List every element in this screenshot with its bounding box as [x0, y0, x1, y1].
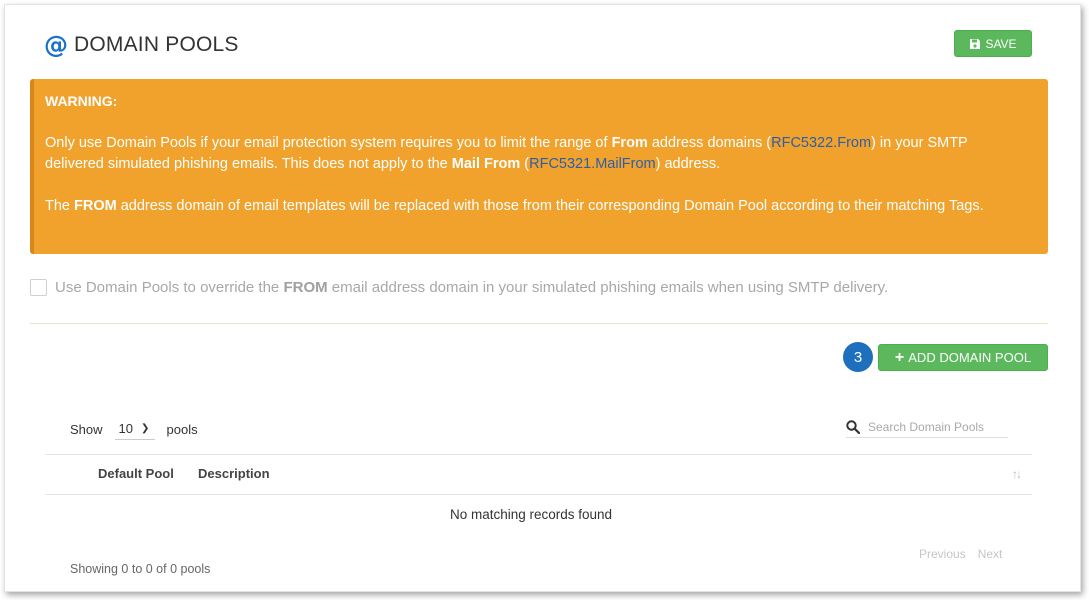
floppy-disk-icon [970, 38, 981, 49]
column-header-description[interactable]: Description [198, 466, 270, 481]
warning-text: ( [520, 156, 530, 172]
divider [30, 323, 1048, 324]
page-length-value: 10 [118, 421, 133, 436]
override-option: Use Domain Pools to override the FROM em… [30, 279, 888, 296]
search-icon [846, 419, 860, 434]
previous-page-button[interactable]: Previous [919, 547, 966, 561]
next-page-button[interactable]: Next [978, 547, 1003, 561]
show-label: Show [70, 421, 103, 437]
override-label-text: Use Domain Pools to override the [55, 279, 284, 296]
override-label-text: email address domain in your simulated p… [327, 279, 889, 296]
rfc5321-link[interactable]: RFC5321.MailFrom [529, 156, 656, 172]
rfc5322-link[interactable]: RFC5322.From [771, 135, 871, 151]
sort-icon[interactable]: ↑↓ [1012, 467, 1022, 481]
warning-text: address domain of email templates will b… [116, 198, 984, 214]
warning-text: address domains ( [647, 135, 772, 151]
chevron-down-icon: ❯ [141, 423, 150, 434]
override-checkbox[interactable] [30, 279, 47, 296]
warning-paragraph-2: The FROM address domain of email templat… [45, 196, 1008, 217]
warning-panel: WARNING: Only use Domain Pools if your e… [30, 79, 1048, 254]
warning-from-bold: FROM [74, 198, 117, 214]
empty-table-message: No matching records found [449, 507, 613, 522]
plus-icon: + [894, 348, 905, 366]
add-domain-pool-button[interactable]: + ADD DOMAIN POOL [878, 344, 1048, 371]
override-label: Use Domain Pools to override the FROM em… [55, 279, 888, 296]
search-box [846, 416, 1008, 438]
table-info: Showing 0 to 0 of 0 pools [70, 562, 211, 576]
warning-mailfrom-bold: Mail From [451, 156, 521, 172]
override-label-bold: FROM [283, 279, 328, 296]
warning-title: WARNING: [45, 93, 118, 109]
page-title: DOMAIN POOLS [74, 33, 239, 56]
table-top-border [45, 454, 1032, 455]
warning-from-bold: From [611, 135, 648, 151]
save-button[interactable]: SAVE [954, 30, 1032, 57]
warning-text: Only use Domain Pools if your email prot… [45, 135, 612, 151]
warning-text: The [45, 198, 75, 214]
save-button-label: SAVE [985, 36, 1017, 51]
page-header: @ DOMAIN POOLS [44, 30, 239, 60]
pagination: Previous Next [919, 547, 1002, 561]
page-length-select[interactable]: 10 ❯ [114, 418, 155, 440]
at-icon: @ [44, 31, 68, 59]
add-domain-pool-label: ADD DOMAIN POOL [908, 350, 1032, 365]
table-header-border [45, 494, 1032, 495]
warning-paragraph-1: Only use Domain Pools if your email prot… [45, 133, 1008, 175]
pools-label: pools [166, 421, 198, 437]
step-badge: 3 [843, 342, 873, 372]
page-length-control: Show 10 ❯ pools [70, 418, 198, 440]
column-header-default-pool[interactable]: Default Pool [98, 466, 174, 481]
warning-text: ) address. [655, 156, 721, 172]
search-input[interactable] [868, 419, 1008, 434]
